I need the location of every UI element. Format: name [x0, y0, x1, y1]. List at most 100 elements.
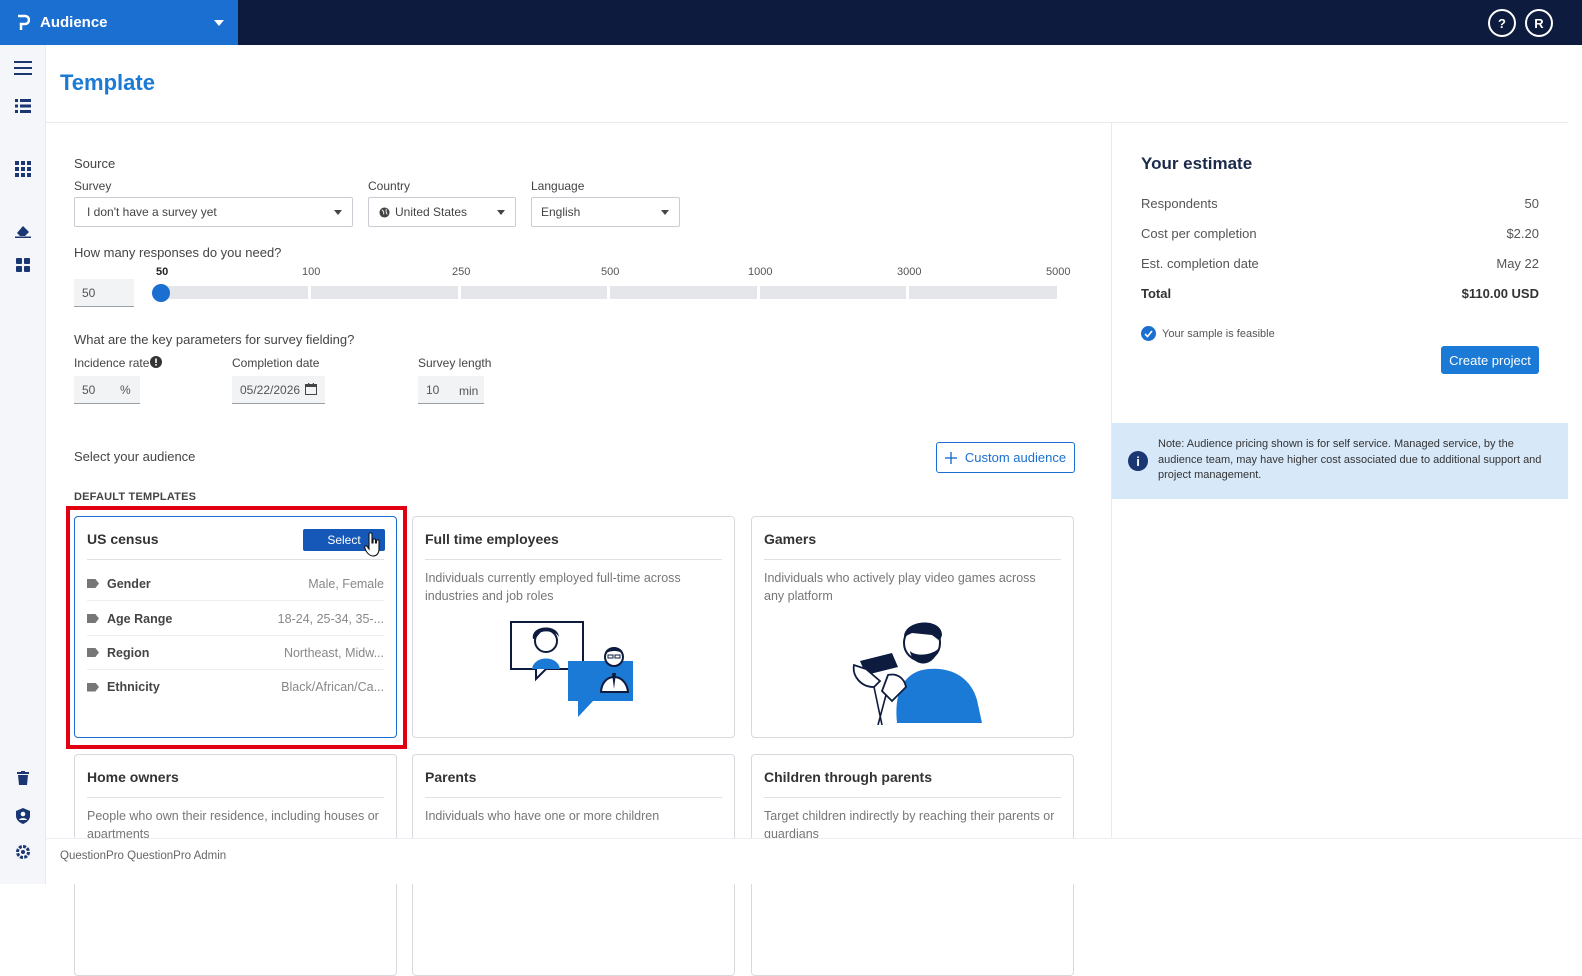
- eraser-icon[interactable]: [13, 221, 33, 241]
- slider-tick-250: 250: [452, 266, 471, 278]
- chevron-down-icon: [661, 210, 669, 215]
- gamer-illustration: [852, 622, 982, 725]
- create-project-button[interactable]: Create project: [1441, 346, 1539, 374]
- estimate-title: Your estimate: [1141, 154, 1253, 173]
- pricing-note: i Note: Audience pricing shown is for se…: [1112, 423, 1568, 499]
- language-select-value: English: [541, 205, 581, 219]
- total-label: Total: [1141, 286, 1172, 301]
- check-circle-icon: [1141, 326, 1156, 341]
- estimate-value: 50: [1524, 196, 1539, 211]
- info-icon[interactable]: [150, 356, 162, 368]
- card-divider: [425, 559, 722, 560]
- estimate-row-cost: Cost per completion $2.20: [1141, 226, 1539, 241]
- gear-icon[interactable]: [13, 842, 33, 862]
- estimate-row-respondents: Respondents 50: [1141, 196, 1539, 211]
- custom-audience-button[interactable]: Custom audience: [936, 442, 1075, 473]
- card-title: Gamers: [764, 531, 817, 547]
- country-select[interactable]: United States: [368, 197, 516, 227]
- length-value: 10: [426, 382, 440, 397]
- help-icon[interactable]: ?: [1488, 9, 1516, 37]
- source-label: Source: [74, 156, 116, 171]
- responses-question: How many responses do you need?: [74, 245, 282, 260]
- incidence-unit: %: [120, 382, 131, 397]
- audience-heading: Select your audience: [74, 449, 196, 464]
- right-edge: [1568, 45, 1582, 884]
- slider-tick-100: 100: [302, 266, 321, 278]
- slider-segment[interactable]: [909, 286, 1057, 299]
- top-bar: Audience ? R: [0, 0, 1582, 45]
- estimate-label: Respondents: [1141, 196, 1218, 211]
- header-divider: [46, 122, 1582, 123]
- questionpro-logo: [18, 14, 30, 30]
- slider-tick-500: 500: [601, 266, 620, 278]
- user-shield-icon[interactable]: [13, 806, 33, 826]
- slider-segment[interactable]: [461, 286, 607, 299]
- language-label: Language: [531, 179, 585, 193]
- calendar-icon[interactable]: [305, 383, 317, 395]
- total-value: $110.00 USD: [1461, 286, 1539, 301]
- length-unit: min: [459, 384, 479, 398]
- card-title: Children through parents: [764, 769, 932, 785]
- card-description: Individuals who actively play video game…: [764, 571, 1036, 603]
- slider-thumb[interactable]: [152, 284, 170, 302]
- sidebar: [0, 45, 46, 884]
- survey-label: Survey: [74, 179, 112, 193]
- template-card-full-time-employees[interactable]: Full time employees Individuals currentl…: [412, 516, 735, 738]
- feasible-status: Your sample is feasible: [1141, 326, 1275, 341]
- feasible-text: Your sample is feasible: [1162, 327, 1275, 340]
- country-select-value: United States: [395, 205, 468, 219]
- country-label: Country: [368, 179, 411, 193]
- card-title: Parents: [425, 769, 477, 785]
- estimate-row-completion-date: Est. completion date May 22: [1141, 256, 1539, 271]
- estimate-value: May 22: [1496, 256, 1539, 271]
- pricing-note-text: Note: Audience pricing shown is for self…: [1158, 438, 1542, 481]
- avatar[interactable]: R: [1525, 9, 1553, 37]
- completion-date-input[interactable]: 05/22/2026: [232, 376, 325, 404]
- responses-input[interactable]: 50: [74, 279, 134, 307]
- card-divider: [87, 797, 384, 798]
- completion-label: Completion date: [232, 356, 320, 370]
- trash-icon[interactable]: [13, 768, 33, 788]
- card-divider: [764, 559, 1061, 560]
- params-question: What are the key parameters for survey f…: [74, 332, 355, 347]
- card-title: Full time employees: [425, 531, 559, 547]
- apps-grid-icon[interactable]: [13, 159, 33, 179]
- list-icon[interactable]: [13, 96, 33, 116]
- info-icon: i: [1128, 451, 1148, 471]
- app-name: Audience: [40, 14, 108, 31]
- slider-segment[interactable]: [610, 286, 757, 299]
- slider-tick-1000: 1000: [748, 266, 773, 278]
- length-input[interactable]: 10 min: [418, 376, 484, 404]
- slider-tick-3000: 3000: [897, 266, 922, 278]
- chevron-down-icon: [334, 210, 342, 215]
- card-divider: [425, 797, 722, 798]
- page-title: Template: [60, 70, 155, 95]
- app-switcher[interactable]: Audience: [0, 0, 238, 45]
- custom-audience-label: Custom audience: [964, 450, 1067, 465]
- card-description: Individuals currently employed full-time…: [425, 571, 681, 603]
- length-label: Survey length: [418, 356, 492, 370]
- estimate-label: Est. completion date: [1141, 256, 1259, 271]
- language-select[interactable]: English: [531, 197, 680, 227]
- incidence-input[interactable]: 50 %: [74, 376, 140, 404]
- slider-segment[interactable]: [160, 286, 308, 299]
- dashboard-icon[interactable]: [13, 255, 33, 275]
- estimate-value: $2.20: [1506, 226, 1539, 241]
- chevron-down-icon: [214, 20, 224, 26]
- slider-segment[interactable]: [760, 286, 906, 299]
- template-card-gamers[interactable]: Gamers Individuals who actively play vid…: [751, 516, 1074, 738]
- employees-illustration: [510, 621, 633, 717]
- survey-select[interactable]: I don't have a survey yet: [74, 197, 353, 227]
- menu-icon[interactable]: [13, 58, 33, 78]
- plus-icon: [944, 451, 957, 464]
- slider-segment[interactable]: [311, 286, 458, 299]
- highlight-box: [66, 506, 407, 749]
- completion-date-value: 05/22/2026: [240, 382, 301, 397]
- card-title: Home owners: [87, 769, 179, 785]
- globe-icon: [379, 206, 390, 218]
- footer-text: QuestionPro QuestionPro Admin: [60, 850, 227, 862]
- estimate-row-total: Total $110.00 USD: [1141, 286, 1539, 301]
- chevron-down-icon: [497, 210, 505, 215]
- card-description: Individuals who have one or more childre…: [425, 809, 660, 823]
- footer: QuestionPro QuestionPro Admin: [46, 838, 1582, 884]
